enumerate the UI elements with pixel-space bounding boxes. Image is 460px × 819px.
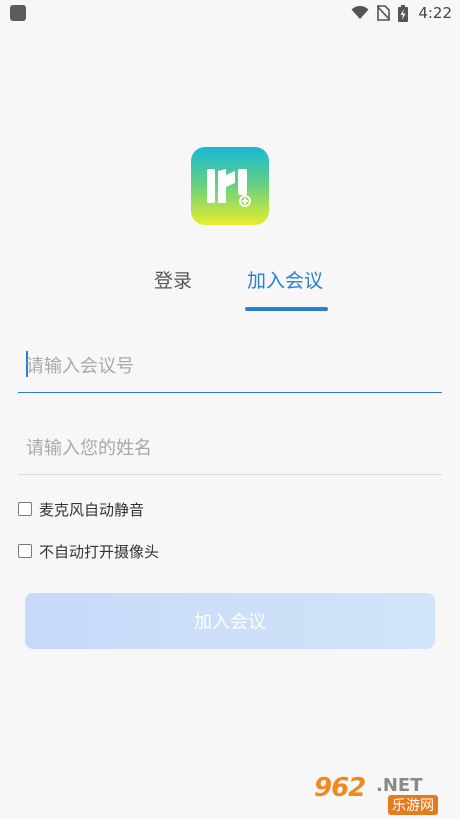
watermark-site: 乐游网 [388,795,438,815]
notification-icon [10,5,26,21]
tab-login[interactable]: 登录 [154,266,192,293]
watermark-domain: .NET [376,775,423,796]
meeting-id-input[interactable] [26,346,436,386]
watermark-number: 962 [314,773,366,803]
status-bar: 4:22 [0,0,460,26]
no-sim-icon [377,5,391,21]
join-meeting-button[interactable]: 加入会议 [25,593,435,649]
name-field [18,422,442,475]
wifi-icon [351,6,369,19]
battery-charging-icon [398,4,409,22]
site-watermark: 962 .NET 乐游网 [314,773,454,815]
camera-off-option[interactable]: 不自动打开摄像头 [18,540,159,562]
app-logo [191,147,269,225]
mute-mic-label: 麦克风自动静音 [39,500,145,519]
meeting-id-field [18,340,442,393]
auth-tabs: 登录 加入会议 [0,266,460,316]
mute-mic-option[interactable]: 麦克风自动静音 [18,498,144,520]
tab-join-meeting[interactable]: 加入会议 [247,266,323,293]
name-input[interactable] [26,428,436,468]
logo-mark-icon [207,169,251,207]
mute-mic-checkbox[interactable] [18,502,32,516]
active-tab-indicator [245,307,328,311]
camera-off-label: 不自动打开摄像头 [39,542,160,561]
camera-off-checkbox[interactable] [18,544,32,558]
status-icons: 4:22 [351,4,452,22]
clock: 4:22 [418,4,452,22]
